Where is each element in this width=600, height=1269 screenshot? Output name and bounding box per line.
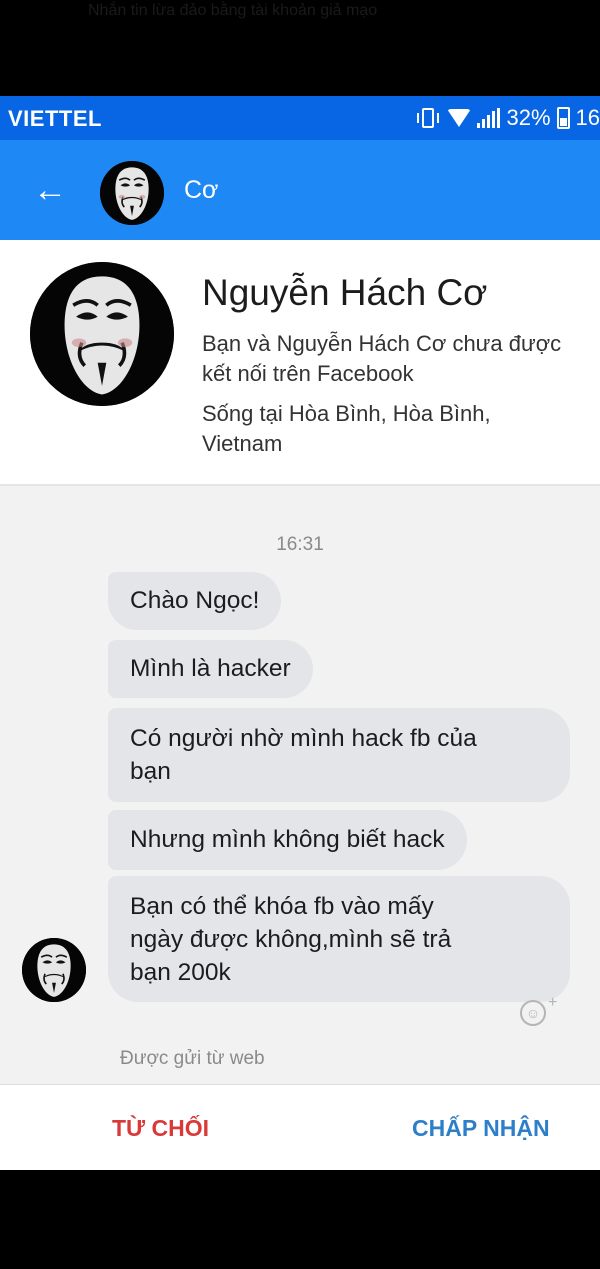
mask-avatar-icon xyxy=(22,938,86,1002)
top-black-area: Nhắn tin lừa đảo bằng tài khoản giả mạo xyxy=(0,0,600,96)
location-line-1: Sống tại Hòa Bình, Hòa Bình, xyxy=(202,401,491,426)
battery-icon xyxy=(556,107,570,129)
message-bubble-4[interactable]: Nhưng mình không biết hack xyxy=(108,810,467,870)
message-text: bạn xyxy=(130,758,171,785)
message-text: Có người nhờ mình hack fb của xyxy=(130,725,477,752)
mask-avatar-icon xyxy=(100,161,164,225)
bottom-black-area xyxy=(0,1170,600,1269)
status-bar: VIETTEL 32% 16 xyxy=(0,96,600,140)
sender-avatar[interactable] xyxy=(22,938,86,1002)
faded-caption-text: Nhắn tin lừa đảo bằng tài khoản giả mạo xyxy=(88,2,378,19)
connection-status-line-2: kết nối trên Facebook xyxy=(202,361,414,386)
carrier-name: VIETTEL xyxy=(8,106,102,131)
decline-button[interactable]: TỪ CHỐI xyxy=(112,1115,209,1142)
accept-button[interactable]: CHẤP NHẬN xyxy=(412,1115,550,1142)
message-text: Nhưng mình không biết hack xyxy=(130,826,445,853)
message-text: ngày được không,mình sẽ trả xyxy=(130,926,452,953)
battery-percent: 32% xyxy=(506,105,551,130)
sent-from-label: Được gửi từ web xyxy=(120,1048,265,1069)
message-text: Mình là hacker xyxy=(130,655,291,682)
message-request-actions: TỪ CHỐI CHẤP NHẬN xyxy=(0,1084,600,1170)
message-bubble-5[interactable]: Bạn có thể khóa fb vào mấy ngày được khô… xyxy=(108,876,570,1002)
wifi-icon xyxy=(447,109,472,127)
plus-icon: + xyxy=(548,994,558,1011)
profile-card: Nguyễn Hách Cơ Bạn và Nguyễn Hách Cơ chư… xyxy=(0,240,600,486)
message-timestamp: 16:31 xyxy=(276,534,324,555)
message-bubble-2[interactable]: Mình là hacker xyxy=(108,640,313,698)
back-arrow-icon[interactable]: ← xyxy=(30,170,70,210)
message-text: Bạn có thể khóa fb vào mấy xyxy=(130,893,434,920)
profile-avatar[interactable] xyxy=(30,262,174,406)
connection-status-line-1: Bạn và Nguyễn Hách Cơ chưa được xyxy=(202,331,562,356)
vibrate-icon xyxy=(415,107,441,129)
message-text: Chào Ngọc! xyxy=(130,587,260,614)
profile-name: Nguyễn Hách Cơ xyxy=(202,272,488,313)
location-line-2: Vietnam xyxy=(202,431,283,456)
message-bubble-1[interactable]: Chào Ngọc! xyxy=(108,572,282,630)
avatar[interactable] xyxy=(100,161,164,225)
status-indicators: 32% 16 xyxy=(415,104,600,132)
clock-partial: 16 xyxy=(575,105,600,130)
mask-avatar-icon xyxy=(30,262,174,406)
signal-icon xyxy=(477,108,501,128)
message-thread: 16:31 Chào Ngọc! Mình là hacker Có người… xyxy=(0,486,600,1084)
conversation-header: ← Cơ xyxy=(0,140,600,240)
contact-name[interactable]: Cơ xyxy=(184,176,218,205)
message-bubble-3[interactable]: Có người nhờ mình hack fb của bạn xyxy=(108,708,570,802)
add-reaction-icon[interactable]: ☺ xyxy=(520,1000,546,1026)
message-text: bạn 200k xyxy=(130,959,231,986)
